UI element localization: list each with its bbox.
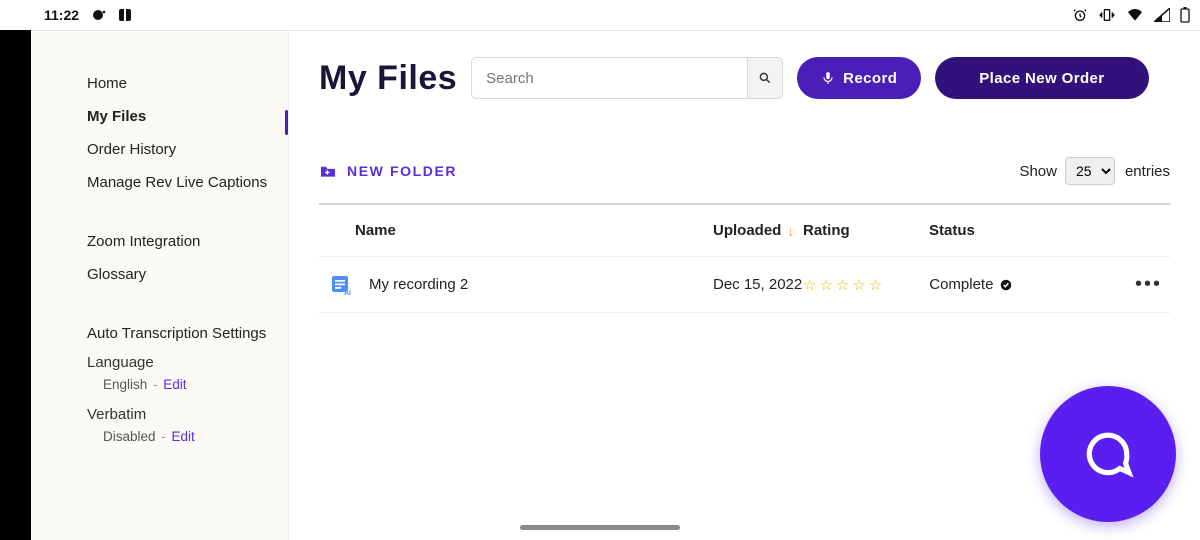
sidebar-item-label: Home xyxy=(87,75,127,92)
entries-select[interactable]: 25 xyxy=(1065,157,1115,185)
sidebar: Home My Files Order History Manage Rev L… xyxy=(31,31,289,540)
sidebar-item-label: Manage Rev Live Captions xyxy=(87,174,267,191)
sidebar-verbatim-value: Disabled - Edit xyxy=(31,427,288,454)
android-status-bar: 11:22 xyxy=(0,0,1200,30)
search-wrap xyxy=(471,57,783,99)
signal-icon xyxy=(1154,8,1170,22)
cell-rating[interactable]: ☆☆☆☆☆ xyxy=(803,276,885,294)
sort-desc-icon: ↓ xyxy=(787,223,794,239)
search-input[interactable] xyxy=(471,57,747,99)
file-name: My recording 2 xyxy=(369,276,468,293)
verbatim-edit-link[interactable]: Edit xyxy=(172,429,195,444)
home-indicator[interactable] xyxy=(520,525,680,530)
files-table: Name Uploaded ↓ Rating Status AI My reco… xyxy=(319,203,1170,313)
pillarbox-left xyxy=(0,0,31,540)
notification-dot-icon xyxy=(91,7,107,23)
col-uploaded-label: Uploaded xyxy=(713,222,781,239)
search-icon xyxy=(758,71,772,85)
row-actions-menu[interactable]: ••• xyxy=(1135,273,1162,295)
record-button[interactable]: Record xyxy=(797,57,921,99)
new-folder-button[interactable]: NEW FOLDER xyxy=(319,163,457,179)
search-button[interactable] xyxy=(747,57,783,99)
sidebar-settings-heading: Auto Transcription Settings xyxy=(31,317,288,350)
new-folder-icon xyxy=(319,164,337,178)
cell-uploaded: Dec 15, 2022 xyxy=(713,276,803,293)
wifi-icon xyxy=(1126,8,1144,22)
sidebar-item-live-captions[interactable]: Manage Rev Live Captions xyxy=(31,166,288,199)
sidebar-item-label: Order History xyxy=(87,141,176,158)
col-uploaded[interactable]: Uploaded ↓ xyxy=(713,222,803,239)
language-edit-link[interactable]: Edit xyxy=(163,377,186,392)
sidebar-item-order-history[interactable]: Order History xyxy=(31,133,288,166)
toolbar-row: NEW FOLDER Show 25 entries xyxy=(319,157,1170,185)
check-badge-icon xyxy=(999,278,1013,292)
sidebar-language-label: Language xyxy=(31,350,288,375)
col-rating[interactable]: Rating xyxy=(803,222,885,239)
show-label: Show xyxy=(1019,163,1057,180)
language-value-text: English xyxy=(103,377,147,392)
sidebar-verbatim-label: Verbatim xyxy=(31,402,288,427)
sidebar-item-label: Zoom Integration xyxy=(87,233,200,250)
battery-icon xyxy=(1180,7,1190,23)
page-title: My Files xyxy=(319,59,457,98)
sidebar-item-zoom[interactable]: Zoom Integration xyxy=(31,225,288,258)
status-time: 11:22 xyxy=(44,7,79,23)
table-row[interactable]: AI My recording 2 Dec 15, 2022 ☆☆☆☆☆ Com… xyxy=(319,257,1170,313)
table-header: Name Uploaded ↓ Rating Status xyxy=(319,205,1170,257)
verbatim-value-text: Disabled xyxy=(103,429,156,444)
app-square-icon xyxy=(117,7,133,23)
entries-label: entries xyxy=(1125,163,1170,180)
status-right-icons xyxy=(1072,7,1190,23)
transcript-file-icon: AI xyxy=(329,273,353,297)
sidebar-item-my-files[interactable]: My Files xyxy=(31,100,288,133)
cell-status: Complete xyxy=(929,276,993,293)
chat-fab[interactable] xyxy=(1040,386,1176,522)
sidebar-language-value: English - Edit xyxy=(31,375,288,402)
alarm-icon xyxy=(1072,7,1088,23)
status-left-icons xyxy=(91,7,133,23)
sidebar-item-label: My Files xyxy=(87,108,146,125)
main-content: My Files Record Place New Order xyxy=(289,31,1200,540)
header-row: My Files Record Place New Order xyxy=(319,57,1170,99)
svg-text:AI: AI xyxy=(344,290,351,297)
new-folder-label: NEW FOLDER xyxy=(347,163,457,179)
order-label: Place New Order xyxy=(979,70,1104,87)
mic-icon xyxy=(821,70,835,86)
sidebar-item-label: Glossary xyxy=(87,266,146,283)
sidebar-item-glossary[interactable]: Glossary xyxy=(31,258,288,291)
col-status[interactable]: Status xyxy=(885,222,1015,239)
col-name[interactable]: Name xyxy=(319,222,713,239)
sidebar-item-home[interactable]: Home xyxy=(31,67,288,100)
chat-icon xyxy=(1080,426,1136,482)
record-label: Record xyxy=(843,70,897,87)
place-order-button[interactable]: Place New Order xyxy=(935,57,1148,99)
vibrate-icon xyxy=(1098,7,1116,23)
